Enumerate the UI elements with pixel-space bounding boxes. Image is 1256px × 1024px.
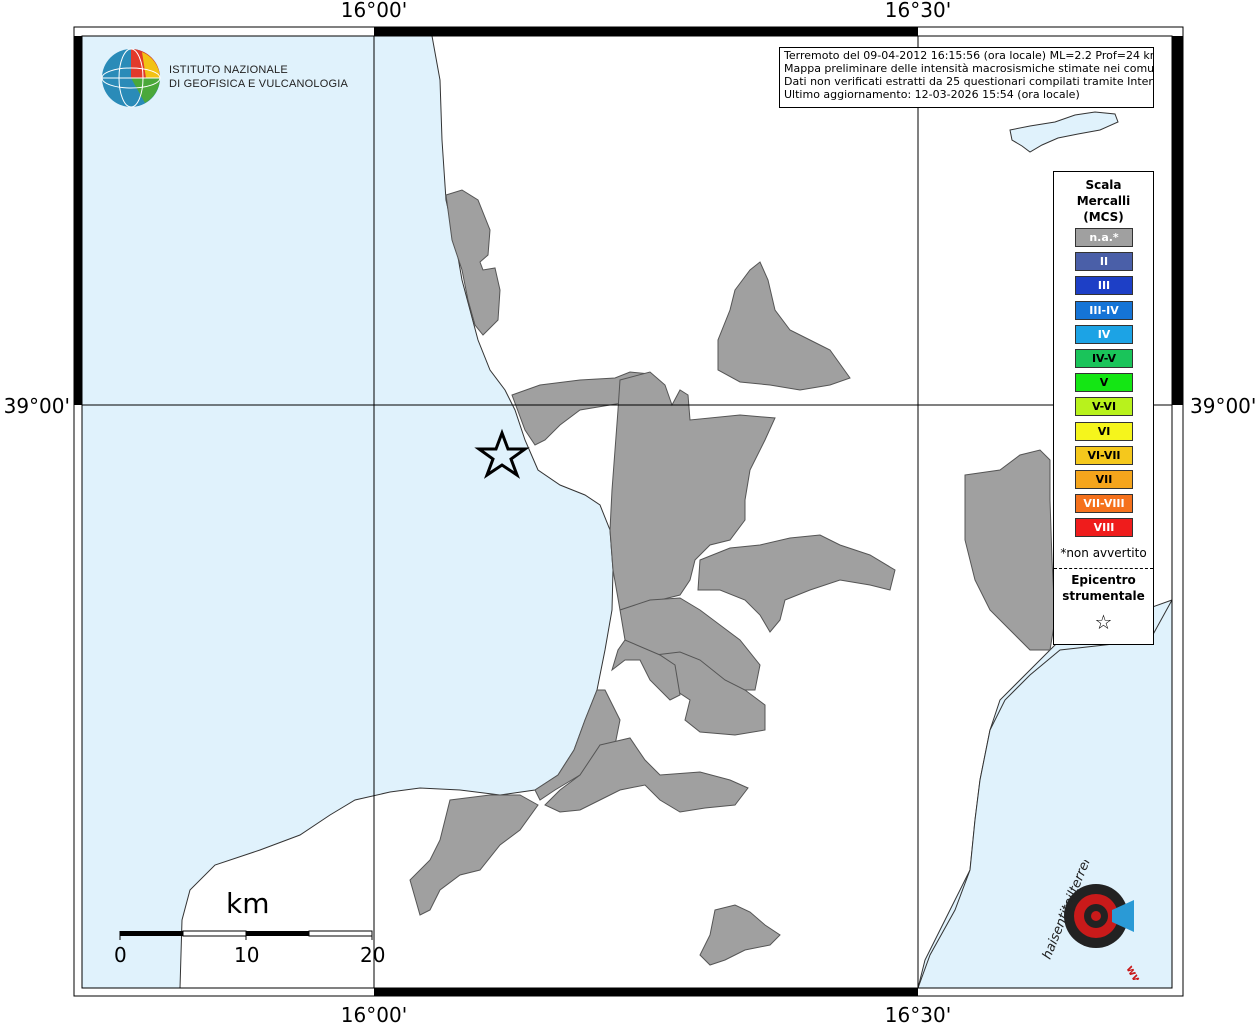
legend-title-line: Scala: [1085, 178, 1122, 192]
lat-label-left: 39°00': [4, 394, 70, 418]
scale-tick-label: 0: [114, 943, 127, 967]
legend-swatch: III-IV: [1075, 300, 1133, 320]
legend-swatch: II: [1075, 252, 1133, 272]
scale-unit-label: km: [226, 887, 270, 920]
lat-label-right: 39°00': [1190, 394, 1256, 418]
legend-note: *non avvertito: [1060, 546, 1147, 560]
legend-title-line: (MCS): [1083, 210, 1124, 224]
legend-swatch: n.a.*: [1075, 228, 1133, 247]
institute-line-2: DI GEOFISICA E VULCANOLOGIA: [169, 78, 348, 90]
info-line: Dati non verificati estratti da 25 quest…: [784, 75, 1154, 88]
legend-swatch: V-VI: [1075, 397, 1133, 417]
legend-swatch: IV-V: [1075, 349, 1133, 368]
site-logo-www: www.: [1123, 963, 1151, 980]
intensity-legend: Scala Mercalli (MCS) n.a.* II III III-IV IV I…: [1053, 171, 1154, 645]
legend-swatch: VI-VII: [1075, 445, 1133, 465]
legend-swatch: VII-VIII: [1075, 494, 1133, 514]
lon-label-top-2: 16°30': [885, 0, 951, 22]
scale-tick-label: 10: [234, 943, 260, 967]
legend-swatch: III: [1075, 276, 1133, 296]
lon-label-bottom-2: 16°30': [885, 1003, 951, 1024]
info-line: Mappa preliminare delle intensità macros…: [784, 62, 1154, 75]
legend-title-line: Mercalli: [1076, 194, 1131, 208]
legend-swatch: VI: [1075, 421, 1133, 441]
lon-label-bottom-1: 16°00': [341, 1003, 407, 1024]
lon-label-top-1: 16°00': [341, 0, 407, 22]
legend-star-icon: ☆: [1094, 610, 1113, 634]
legend-swatch: VII: [1075, 470, 1133, 489]
legend-swatch: VIII: [1075, 518, 1133, 538]
ingv-globe-icon: [101, 48, 161, 108]
info-line: Ultimo aggiornamento: 12-03-2026 15:54 (…: [784, 88, 1080, 101]
institute-name: ISTITUTO NAZIONALE DI GEOFISICA E VULCAN…: [169, 63, 348, 91]
institute-line-1: ISTITUTO NAZIONALE: [169, 64, 288, 76]
legend-epicenter-line: strumentale: [1062, 589, 1145, 603]
info-line: Terremoto del 09-04-2012 16:15:56 (ora l…: [784, 49, 1154, 62]
legend-divider: [1054, 568, 1153, 569]
event-info-box: Terremoto del 09-04-2012 16:15:56 (ora l…: [779, 47, 1154, 108]
legend-epicenter-line: Epicentro: [1071, 573, 1136, 587]
legend-epicenter-label: Epicentro strumentale: [1054, 572, 1153, 604]
haisentito-logo: haisentitoilterremoto.it www.: [1040, 860, 1152, 980]
scale-tick-label: 20: [360, 943, 386, 967]
legend-title: Scala Mercalli (MCS): [1054, 177, 1153, 225]
legend-swatch: IV: [1075, 324, 1133, 344]
legend-swatch: V: [1075, 373, 1133, 393]
